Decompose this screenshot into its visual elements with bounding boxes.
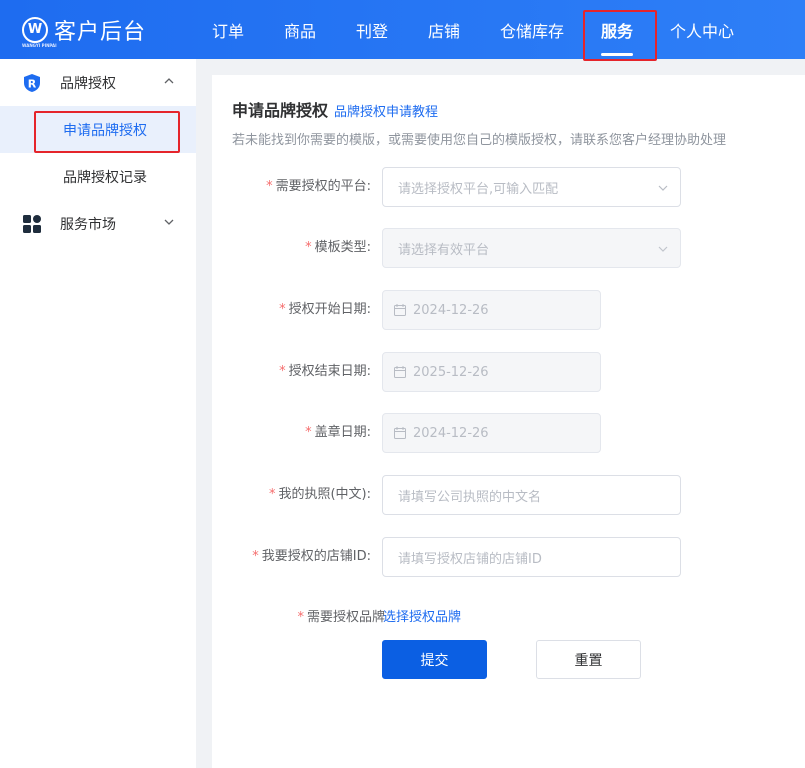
nav-listing[interactable]: 刊登 — [336, 0, 408, 59]
nav-products[interactable]: 商品 — [264, 0, 336, 59]
template-label-text: 模板类型: — [314, 240, 371, 255]
seal-date-input[interactable]: 2024-12-26 — [382, 413, 601, 453]
template-label: * 模板类型: — [305, 228, 371, 268]
required-mark: * — [297, 610, 304, 625]
platform-select[interactable]: 请选择授权平台,可输入匹配 — [382, 167, 681, 207]
nav-stores[interactable]: 店铺 — [408, 0, 480, 59]
template-select[interactable]: 请选择有效平台 — [382, 228, 681, 268]
main-panel: 申请品牌授权 品牌授权申请教程 若未能找到你需要的模版，或需要使用您自己的模版授… — [212, 75, 805, 768]
form-row-store-id: * 我要授权的店铺ID: 请填写授权店铺的店铺ID — [212, 537, 805, 577]
tutorial-link[interactable]: 品牌授权申请教程 — [334, 101, 438, 120]
brand-shield-icon: R — [22, 73, 42, 93]
calendar-icon — [394, 304, 406, 316]
end-date-value: 2025-12-26 — [413, 364, 489, 380]
main-nav: 订单 商品 刊登 店铺 仓储库存 服务 个人中心 — [192, 0, 754, 59]
reset-button[interactable]: 重置 — [536, 640, 641, 679]
end-date-input[interactable]: 2025-12-26 — [382, 352, 601, 392]
seal-date-label-text: 盖章日期: — [314, 425, 371, 440]
seal-date-value: 2024-12-26 — [413, 425, 489, 441]
store-id-label-text: 我要授权的店铺ID: — [261, 549, 371, 564]
form-row-template: * 模板类型: 请选择有效平台 — [212, 228, 805, 268]
apps-grid-icon — [22, 214, 42, 234]
form-row-seal-date: * 盖章日期: 2024-12-26 — [212, 413, 805, 453]
hint-text: 若未能找到你需要的模版，或需要使用您自己的模版授权，请联系您客户经理协助处理 — [232, 133, 727, 148]
license-label: * 我的执照(中文): — [269, 475, 371, 515]
required-mark: * — [266, 179, 273, 194]
submit-button[interactable]: 提交 — [382, 640, 487, 679]
required-mark: * — [268, 487, 276, 502]
nav-inventory[interactable]: 仓储库存 — [480, 0, 584, 59]
platform-label-text: 需要授权的平台: — [275, 179, 371, 194]
brand-name: 客户后台 — [54, 19, 147, 45]
brand-label-text: 需要授权品牌 — [306, 610, 385, 625]
sidebar-item-brand-auth-records[interactable]: 品牌授权记录 — [0, 153, 196, 200]
chevron-up-icon — [164, 78, 174, 84]
platform-placeholder: 请选择授权平台,可输入匹配 — [398, 181, 559, 197]
platform-label: * 需要授权的平台: — [266, 167, 371, 207]
required-mark: * — [279, 302, 286, 317]
license-input[interactable]: 请填写公司执照的中文名 — [382, 475, 681, 515]
store-id-placeholder: 请填写授权店铺的店铺ID — [398, 551, 542, 567]
nav-personal-center[interactable]: 个人中心 — [650, 0, 754, 59]
form-row-platform: * 需要授权的平台: 请选择授权平台,可输入匹配 — [212, 167, 805, 207]
sidebar-group-label: 品牌授权 — [60, 75, 116, 92]
brand-label: * 需要授权品牌 — [297, 598, 385, 638]
sidebar-item-apply-brand-auth[interactable]: 申请品牌授权 — [0, 106, 196, 153]
start-date-label-text: 授权开始日期: — [288, 302, 371, 317]
sidebar-group-brand-auth[interactable]: R 品牌授权 — [0, 59, 196, 106]
seal-date-label: * 盖章日期: — [305, 413, 371, 453]
sidebar: R 品牌授权 申请品牌授权 品牌授权记录 服务市场 — [0, 59, 196, 768]
nav-services[interactable]: 服务 — [584, 0, 650, 59]
start-date-value: 2024-12-26 — [413, 302, 489, 318]
form-row-start-date: * 授权开始日期: 2024-12-26 — [212, 290, 805, 330]
form-row-license: * 我的执照(中文): 请填写公司执照的中文名 — [212, 475, 805, 515]
start-date-label: * 授权开始日期: — [279, 290, 371, 330]
store-id-input[interactable]: 请填写授权店铺的店铺ID — [382, 537, 681, 577]
end-date-label: * 授权结束日期: — [279, 352, 371, 392]
template-placeholder: 请选择有效平台 — [398, 242, 490, 258]
brand-logo-caption: WANGYI PINPAI — [22, 42, 57, 48]
license-placeholder: 请填写公司执照的中文名 — [398, 489, 542, 505]
required-mark: * — [305, 240, 312, 255]
form-row-end-date: * 授权结束日期: 2025-12-26 — [212, 352, 805, 392]
brand-logo-icon: W WANGYI PINPAI — [22, 16, 57, 48]
sidebar-group-label: 服务市场 — [60, 216, 116, 233]
top-header: W WANGYI PINPAI 客户后台 订单 商品 刊登 店铺 仓储库存 服务… — [0, 0, 805, 59]
form-row-brand: * 需要授权品牌 选择授权品牌 — [212, 598, 805, 638]
sidebar-group-service-market[interactable]: 服务市场 — [0, 200, 196, 247]
required-mark: * — [252, 549, 259, 564]
license-label-text: 我的执照(中文): — [278, 487, 371, 502]
svg-text:R: R — [28, 77, 37, 90]
required-mark: * — [279, 364, 286, 379]
chevron-down-icon — [658, 246, 668, 252]
required-mark: * — [305, 425, 312, 440]
store-id-label: * 我要授权的店铺ID: — [252, 537, 371, 577]
nav-orders[interactable]: 订单 — [192, 0, 264, 59]
start-date-input[interactable]: 2024-12-26 — [382, 290, 601, 330]
page-title: 申请品牌授权 — [232, 101, 329, 120]
chevron-down-icon — [164, 219, 174, 225]
title-row: 申请品牌授权 品牌授权申请教程 — [232, 97, 438, 121]
brand[interactable]: W WANGYI PINPAI 客户后台 — [22, 14, 192, 48]
chevron-down-icon — [658, 185, 668, 191]
select-brand-link[interactable]: 选择授权品牌 — [383, 598, 461, 638]
calendar-icon — [394, 427, 406, 439]
calendar-icon — [394, 366, 406, 378]
end-date-label-text: 授权结束日期: — [288, 364, 371, 379]
